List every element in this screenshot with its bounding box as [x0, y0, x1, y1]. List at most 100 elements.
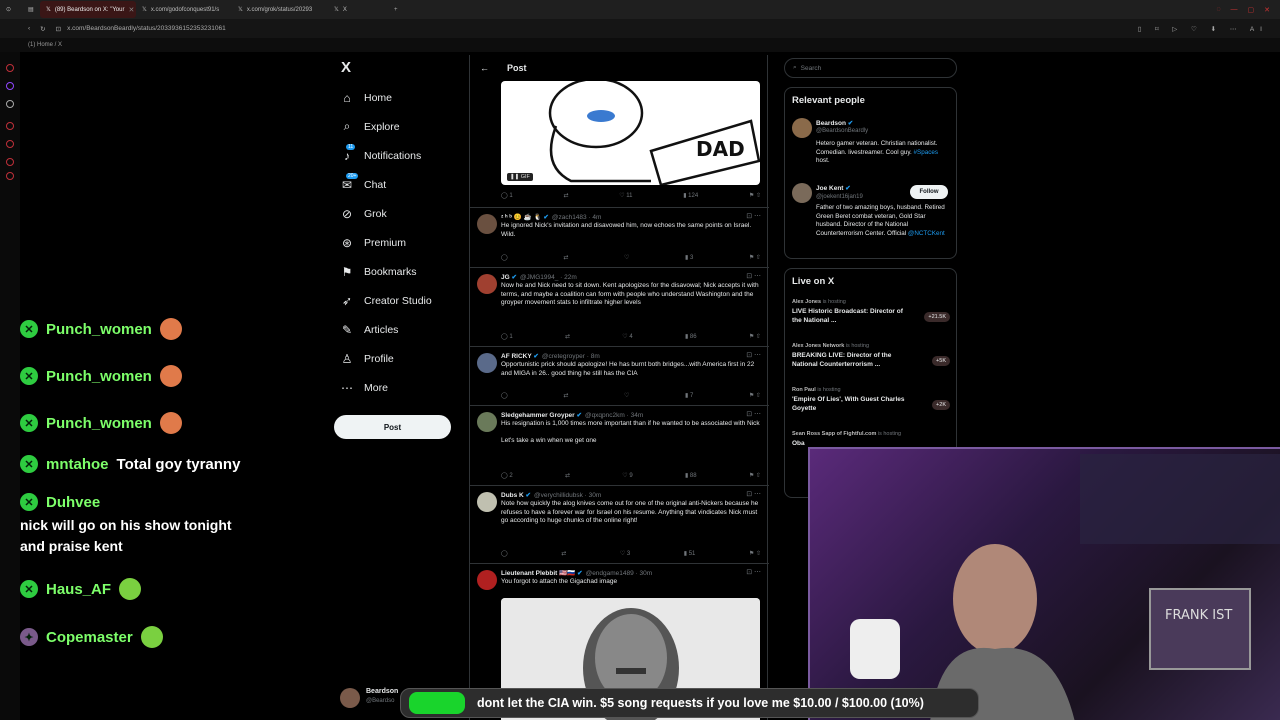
reply-icon[interactable]: ◯	[501, 550, 508, 557]
reply-author[interactable]: ᶻ ʰ ᵇ 😊 ☕ 🐧 ✔ @zach1483 · 4m	[501, 213, 601, 221]
reply-tweet[interactable]: Sledgehammer Groyper ✔ @qxqpnc2km · 34m ⊡ …	[470, 405, 769, 485]
sidebar-app-icon[interactable]	[6, 158, 14, 166]
url-text[interactable]: x.com/BeardsonBeardly/status/20339361523…	[67, 25, 226, 32]
nav-item-bookmarks[interactable]: ⚑ Bookmarks	[340, 257, 460, 286]
follow-button[interactable]: Follow	[910, 185, 948, 199]
like-icon[interactable]: ♡	[624, 392, 629, 399]
retweet-icon[interactable]: ⇄	[563, 392, 568, 399]
nav-item-creator-studio[interactable]: ➶ Creator Studio	[340, 286, 460, 315]
sidebar-app-icon[interactable]	[6, 140, 14, 148]
bookmark-action-icon[interactable]: ⚑ ⇧	[749, 333, 761, 340]
reply-author[interactable]: AF RICKY ✔ @cretegroyper · 8m	[501, 352, 600, 360]
nav-item-profile[interactable]: ♙ Profile	[340, 344, 460, 373]
retweet-icon[interactable]: ⇄	[563, 192, 568, 199]
meme-gif[interactable]: DAD ❚❚ GIF	[501, 81, 760, 185]
retweet-icon[interactable]: ⇄	[565, 472, 570, 479]
browser-tab-2[interactable]: 𝕏x.com/godofconquest91/s	[136, 1, 232, 18]
minimize-icon[interactable]: —	[1231, 6, 1238, 14]
account-name[interactable]: Beardson	[366, 688, 398, 695]
more-options-icon[interactable]: ⊡ ⋯	[746, 410, 761, 418]
views-icon[interactable]: ▮ 3	[685, 254, 693, 261]
avatar[interactable]	[477, 214, 497, 234]
bookmark-action-icon[interactable]: ⚑ ⇧	[749, 472, 761, 479]
avatar[interactable]	[477, 570, 497, 590]
views-icon[interactable]: ▮ 124	[683, 192, 698, 199]
live-item[interactable]: Alex Jones Network is hosting BREAKING LI…	[792, 343, 952, 369]
bookmark-action-icon[interactable]: ⚑ ⇧	[749, 550, 761, 557]
person-name[interactable]: Beardson ✔	[816, 119, 853, 127]
bookmark-action-icon[interactable]: ⚑ ⇧	[749, 192, 761, 199]
account-avatar[interactable]	[340, 688, 360, 708]
avatar[interactable]	[477, 274, 497, 294]
reply-icon[interactable]: ◯ 1	[501, 192, 513, 199]
new-tab-icon[interactable]: +	[388, 1, 418, 18]
reply-tweet[interactable]: Lieutenant Plebbit 🇺🇸🇷🇺 ✔ @endgame1489 · …	[470, 563, 769, 603]
reply-author[interactable]: JG ✔ @JMG1994_ · 22m	[501, 273, 577, 281]
reply-tweet[interactable]: Dubs K ✔ @verychillidubsk · 30m ⊡ ⋯ Note ho…	[470, 485, 769, 563]
profile-icon[interactable]: ◌	[1216, 6, 1220, 14]
like-icon[interactable]: ♡	[624, 254, 629, 261]
bookmark-action-icon[interactable]: ⚑ ⇧	[749, 392, 761, 399]
live-item[interactable]: Ron Paul is hosting 'Empire Of Lies', Wit…	[792, 387, 952, 413]
person-name[interactable]: Joe Kent ✔	[816, 184, 851, 192]
more-options-icon[interactable]: ⊡ ⋯	[746, 212, 761, 220]
reply-tweet[interactable]: JG ✔ @JMG1994_ · 22m ⊡ ⋯ Now he and Nick ne…	[470, 267, 769, 346]
views-icon[interactable]: ▮ 51	[684, 550, 696, 557]
browser-tab-3[interactable]: 𝕏x.com/grok/status/20293	[232, 1, 328, 18]
nav-item-explore[interactable]: ⌕ Explore	[340, 112, 460, 141]
browser-tab-1[interactable]: 𝕏 (89) Beardson on X: "Your ✕	[40, 1, 136, 18]
browser-tab-4[interactable]: 𝕏X	[328, 1, 388, 18]
x-app-icon[interactable]	[6, 100, 14, 108]
maximize-icon[interactable]: ▢	[1248, 6, 1255, 14]
nav-item-premium[interactable]: ⊛ Premium	[340, 228, 460, 257]
back-icon[interactable]: ‹	[28, 25, 30, 32]
views-icon[interactable]: ▮ 7	[685, 392, 693, 399]
retweet-icon[interactable]: ⇄	[563, 254, 568, 261]
more-options-icon[interactable]: ⊡ ⋯	[746, 272, 761, 280]
close-tab-icon[interactable]: ✕	[128, 6, 134, 14]
live-item[interactable]: Alex Jones is hosting LIVE Historic Broad…	[792, 299, 952, 325]
search-input[interactable]: ⌕ Search	[784, 58, 957, 78]
x-logo[interactable]: X	[341, 59, 351, 76]
reply-tweet[interactable]: AF RICKY ✔ @cretegroyper · 8m ⊡ ⋯ Opportuni…	[470, 346, 769, 405]
close-window-icon[interactable]: ✕	[1264, 6, 1270, 14]
avatar[interactable]	[792, 118, 812, 138]
twitch-icon[interactable]	[6, 82, 14, 90]
bookmark-action-icon[interactable]: ⚑ ⇧	[749, 254, 761, 261]
reply-icon[interactable]: ◯ 1	[501, 333, 513, 340]
sidebar-app-icon[interactable]	[6, 64, 14, 72]
back-arrow-icon[interactable]: ←	[480, 63, 489, 73]
avatar[interactable]	[477, 353, 497, 373]
reply-tweet[interactable]: ᶻ ʰ ᵇ 😊 ☕ 🐧 ✔ @zach1483 · 4m ⊡ ⋯ He ignored…	[470, 207, 769, 267]
more-options-icon[interactable]: ⊡ ⋯	[746, 351, 761, 359]
like-icon[interactable]: ♡ 3	[620, 550, 630, 557]
more-options-icon[interactable]: ⊡ ⋯	[746, 490, 761, 498]
reload-icon[interactable]: ↻	[40, 25, 45, 33]
sidebar-app-icon[interactable]	[6, 172, 14, 180]
reply-author[interactable]: Lieutenant Plebbit 🇺🇸🇷🇺 ✔ @endgame1489 · …	[501, 569, 652, 577]
bookmark-home[interactable]: (1) Home / X	[28, 42, 62, 48]
sidebar-app-icon[interactable]	[6, 122, 14, 130]
retweet-icon[interactable]: ⇄	[561, 550, 566, 557]
nav-item-grok[interactable]: ⊘ Grok	[340, 199, 460, 228]
avatar[interactable]	[477, 492, 497, 512]
gif-badge[interactable]: ❚❚ GIF	[507, 173, 533, 181]
nav-item-notifications[interactable]: ♪ 11 Notifications	[340, 141, 460, 170]
tab-sidebar-icon[interactable]: ▤	[22, 1, 40, 18]
post-button[interactable]: Post	[334, 415, 451, 439]
nav-item-home[interactable]: ⌂ Home	[340, 83, 460, 112]
live-item[interactable]: Sean Ross Sapp of Fightful.com is hostin…	[792, 431, 952, 449]
reply-icon[interactable]: ◯	[501, 254, 508, 261]
like-icon[interactable]: ♡ 4	[622, 333, 632, 340]
window-menu-icon[interactable]: ⊙	[0, 1, 22, 18]
extension-icons[interactable]: ▯ ⌑ ▷ ♡ ⬇ ⋯ AI	[1138, 25, 1280, 33]
reply-author[interactable]: Dubs K ✔ @verychillidubsk · 30m	[501, 491, 601, 499]
more-options-icon[interactable]: ⊡ ⋯	[746, 568, 761, 576]
like-icon[interactable]: ♡ 9	[622, 472, 632, 479]
retweet-icon[interactable]: ⇄	[565, 333, 570, 340]
views-icon[interactable]: ▮ 86	[685, 333, 697, 340]
reply-icon[interactable]: ◯	[501, 392, 508, 399]
nav-item-articles[interactable]: ✎ Articles	[340, 315, 460, 344]
nav-item-more[interactable]: ⋯ More	[340, 373, 460, 402]
like-icon[interactable]: ♡ 11	[619, 192, 632, 199]
